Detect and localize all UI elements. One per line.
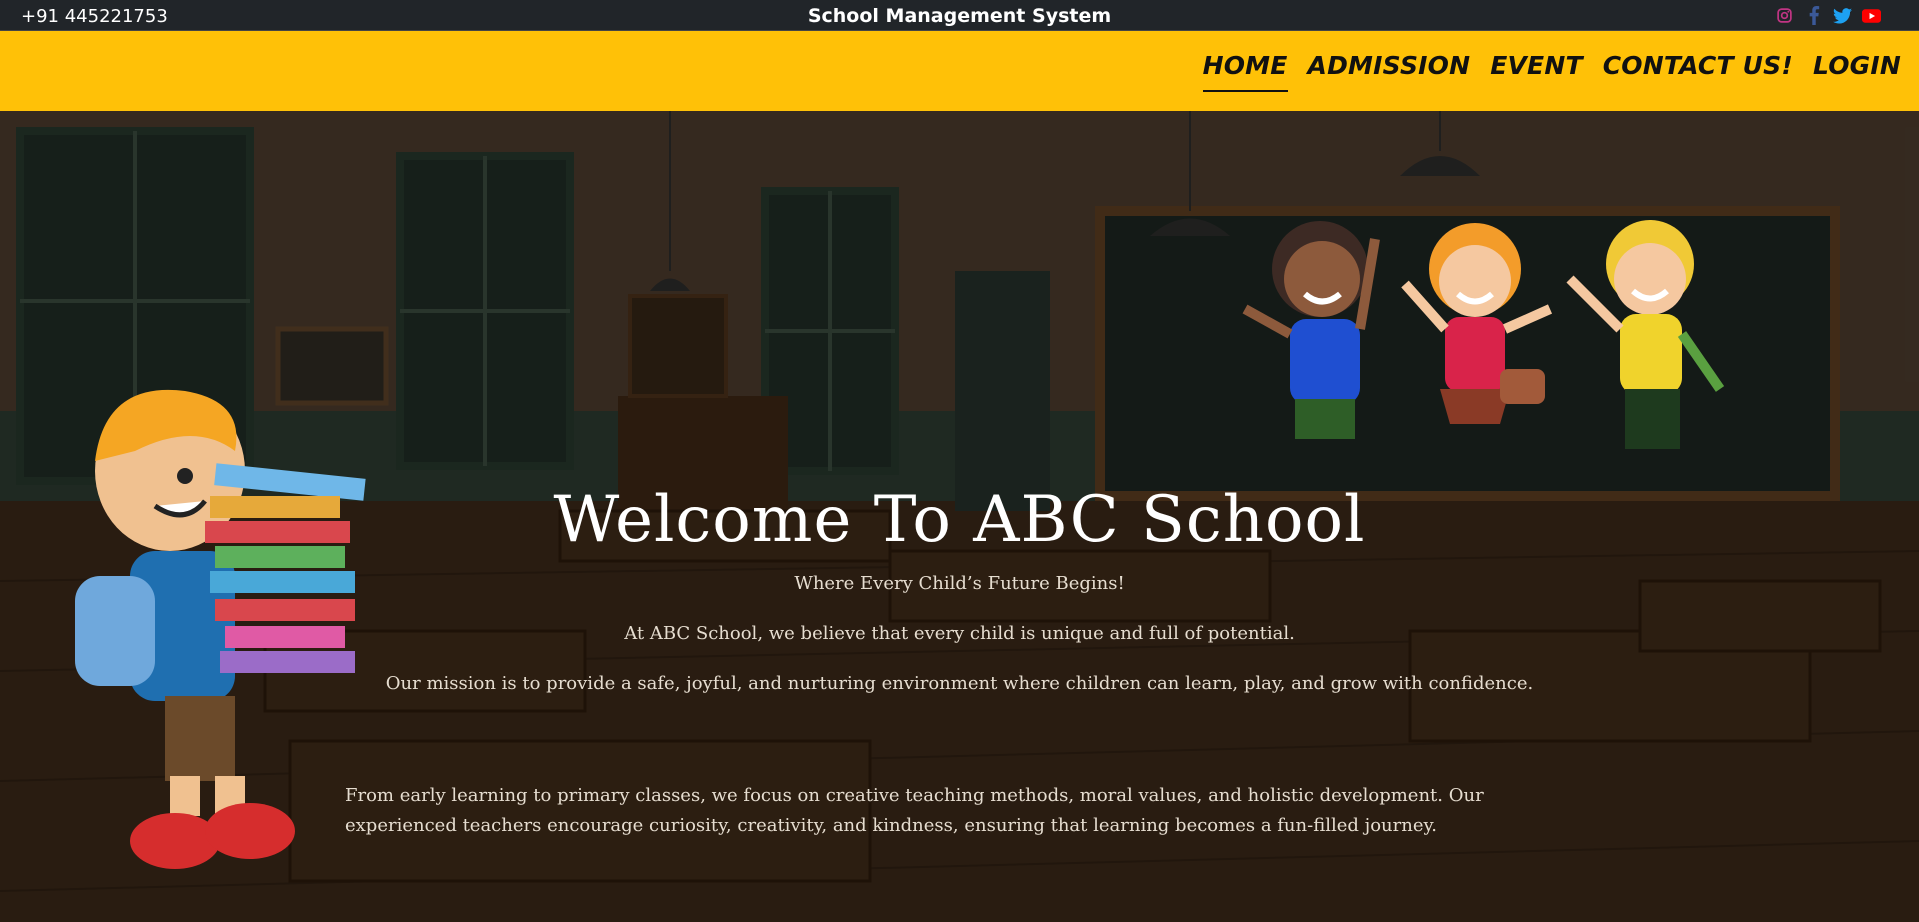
hero-paragraph-2: Our mission is to provide a safe, joyful… [385, 673, 1534, 694]
hero-section: Welcome To ABC School Where Every Child’… [0, 111, 1919, 922]
nav-home[interactable]: HOME [1202, 51, 1288, 92]
hero-paragraph-1: At ABC School, we believe that every chi… [624, 623, 1295, 644]
youtube-icon[interactable] [1862, 6, 1881, 25]
nav-event[interactable]: EVENT [1490, 51, 1582, 92]
hero-paragraph-3: From early learning to primary classes, … [345, 785, 1484, 836]
nav-contact[interactable]: CONTACT US! [1603, 51, 1793, 92]
site-brand: School Management System [807, 5, 1112, 27]
instagram-icon[interactable] [1775, 6, 1794, 25]
main-navbar: HOME ADMISSION EVENT CONTACT US! LOGIN [0, 31, 1919, 111]
nav-admission[interactable]: ADMISSION [1308, 51, 1471, 92]
facebook-icon[interactable] [1804, 6, 1823, 25]
hero-title: Welcome To ABC School [553, 483, 1366, 557]
nav-login[interactable]: LOGIN [1813, 51, 1901, 92]
hero-tagline: Where Every Child’s Future Begins! [794, 573, 1125, 594]
nav-menu: HOME ADMISSION EVENT CONTACT US! LOGIN [1202, 51, 1901, 92]
twitter-icon[interactable] [1833, 6, 1852, 25]
social-links [1775, 6, 1881, 25]
jumping-kids-illustration [1242, 220, 1725, 449]
top-bar: +91 445221753 School Management System [0, 0, 1919, 31]
